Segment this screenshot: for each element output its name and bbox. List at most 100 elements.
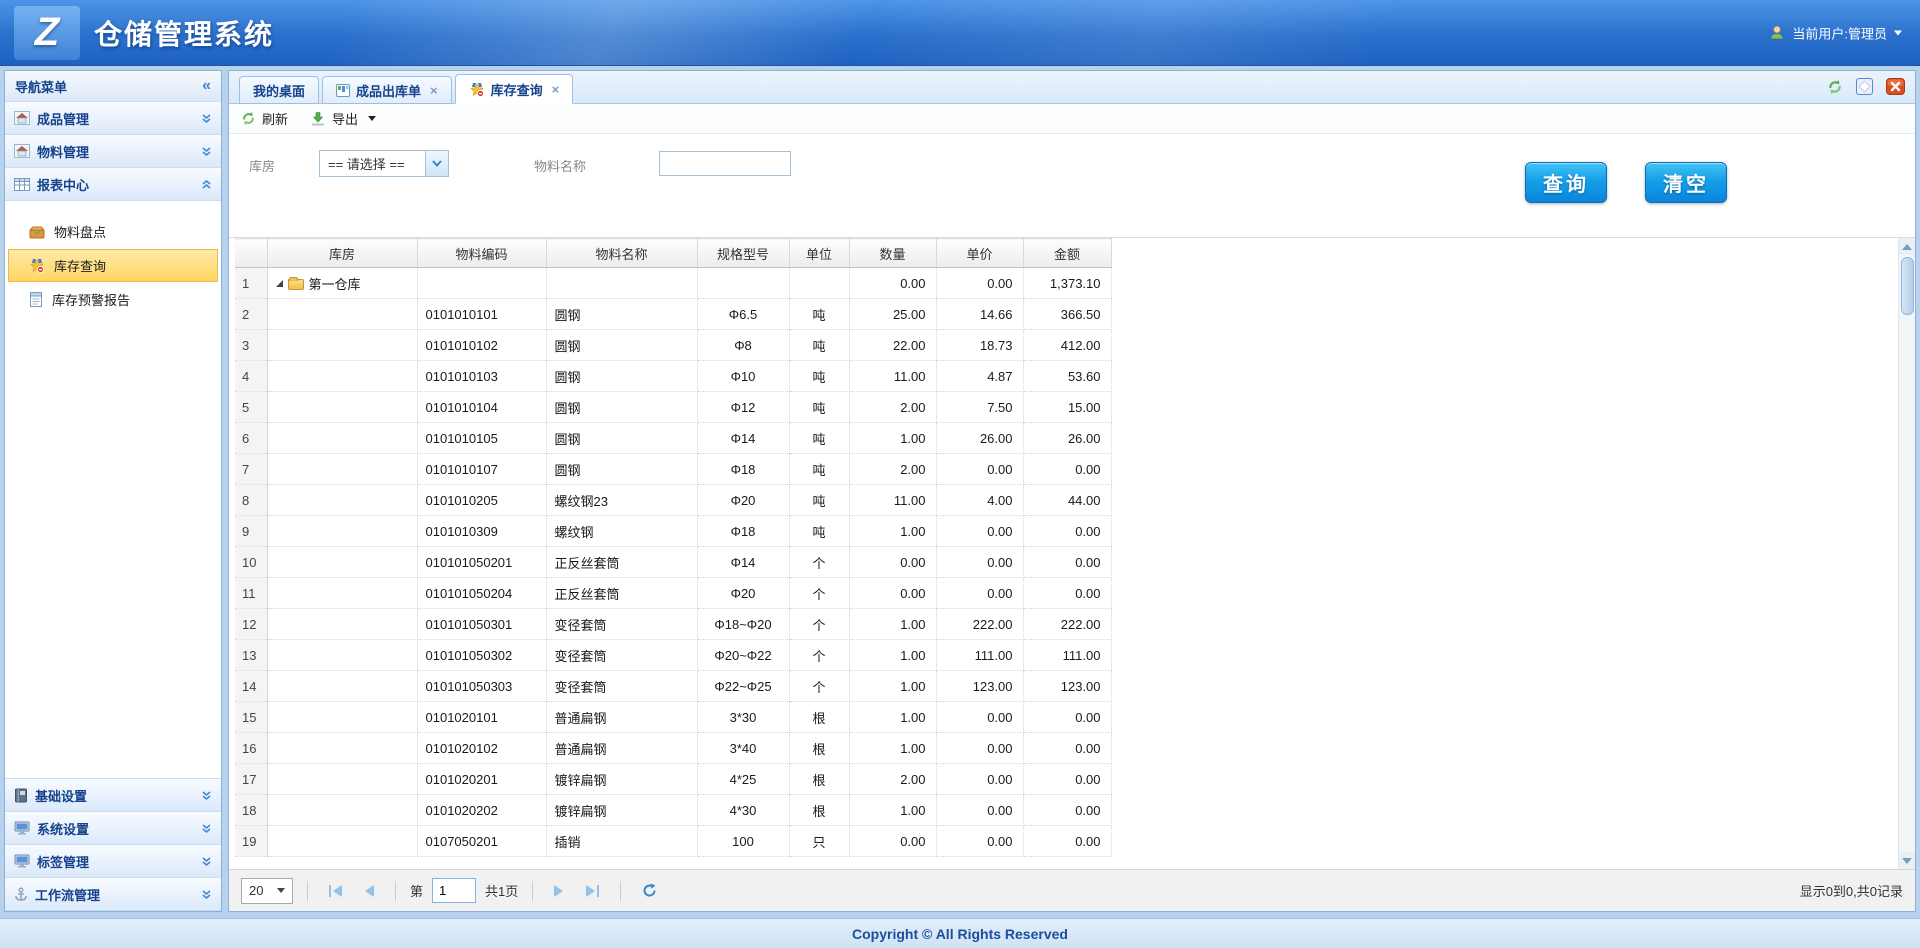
cell-warehouse [267,609,417,640]
sidebar-item-material-count[interactable]: 物料盘点 [8,215,218,248]
table-row[interactable]: 10010101050201正反丝套筒Φ14个0.000.000.00 [235,547,1111,578]
table-row[interactable]: 50101010104圆钢Φ12吨2.007.5015.00 [235,392,1111,423]
sidebar-group-finished-goods[interactable]: 成品管理 [5,102,221,135]
export-button[interactable]: 导出 [310,109,376,128]
cell-name: 变径套筒 [546,640,697,671]
scroll-down-arrow[interactable] [1899,852,1916,869]
cell-price: 123.00 [936,671,1023,702]
table-row[interactable]: 30101010102圆钢Φ8吨22.0018.73412.00 [235,330,1111,361]
table-row[interactable]: 160101020102普通扁钢3*40根1.000.000.00 [235,733,1111,764]
warehouse-select-value: == 请选择 == [320,151,425,176]
row-number: 18 [235,795,267,826]
column-header[interactable]: 规格型号 [697,239,789,268]
table-row[interactable]: 170101020201镀锌扁钢4*25根2.000.000.00 [235,764,1111,795]
cell-spec: 4*25 [697,764,789,795]
tree-expand-icon[interactable] [276,280,283,287]
cell-unit: 吨 [789,454,849,485]
column-header[interactable]: 单价 [936,239,1023,268]
vertical-scrollbar[interactable] [1898,238,1915,869]
maximize-icon[interactable] [1856,78,1873,95]
column-header[interactable]: 库房 [267,239,417,268]
column-header[interactable]: 单位 [789,239,849,268]
table-row[interactable]: 80101010205螺纹钢23Φ20吨11.004.0044.00 [235,485,1111,516]
sidebar-group-report-center[interactable]: 报表中心 [5,168,221,201]
cell-qty: 1.00 [849,423,936,454]
table-row[interactable]: 11010101050204正反丝套筒Φ20个0.000.000.00 [235,578,1111,609]
table-row[interactable]: 60101010105圆钢Φ14吨1.0026.0026.00 [235,423,1111,454]
export-icon [310,111,326,127]
tab-close-icon[interactable]: × [552,82,560,97]
first-page-button[interactable] [322,885,349,897]
reload-icon[interactable] [635,883,664,898]
sidebar-group-basic-settings[interactable]: 基础设置 [5,779,221,812]
row-number: 9 [235,516,267,547]
cell-price: 222.00 [936,609,1023,640]
table-row[interactable]: 40101010103圆钢Φ10吨11.004.8753.60 [235,361,1111,392]
scrollbar-thumb[interactable] [1901,257,1914,315]
clear-button[interactable]: 清空 [1645,162,1727,203]
tab-close-icon[interactable]: × [430,83,438,98]
table-row[interactable]: 1第一仓库0.000.001,373.10 [235,268,1111,299]
divider [395,881,396,901]
cell-code: 010101050302 [417,640,546,671]
column-header[interactable]: 物料名称 [546,239,697,268]
query-button[interactable]: 查询 [1525,162,1607,203]
scroll-up-arrow[interactable] [1899,238,1916,255]
column-header[interactable]: 物料编码 [417,239,546,268]
warehouse-select[interactable]: == 请选择 == [319,150,449,177]
prev-page-button[interactable] [358,885,381,897]
table-row[interactable]: 180101020202镀锌扁钢4*30根1.000.000.00 [235,795,1111,826]
next-page-button[interactable] [547,885,570,897]
material-name-input[interactable] [659,151,791,176]
sidebar-item-inventory-query[interactable]: 库存查询 [8,249,218,282]
cell-amount: 111.00 [1023,640,1111,671]
tab-finished-goods-outbound[interactable]: 成品出库单 × [322,76,452,104]
table-row[interactable]: 70101010107圆钢Φ18吨2.000.000.00 [235,454,1111,485]
table-row[interactable]: 150101020101普通扁钢3*30根1.000.000.00 [235,702,1111,733]
cell-warehouse [267,485,417,516]
cell-warehouse [267,764,417,795]
sidebar-title-bar: 导航菜单 « [5,71,221,102]
tab-label: 成品出库单 [356,81,421,100]
cell-code: 0101010103 [417,361,546,392]
table-row[interactable]: 13010101050302变径套筒Φ20~Φ22个1.00111.00111.… [235,640,1111,671]
page-size-select[interactable]: 20 [241,878,293,904]
cell-code: 0101010107 [417,454,546,485]
cell-price: 0.00 [936,578,1023,609]
last-page-button[interactable] [579,885,606,897]
tab-inventory-query[interactable]: 库存查询 × [455,74,574,104]
app-logo: Z [14,6,80,60]
page-number-input[interactable] [432,878,476,903]
refresh-icon[interactable] [1827,79,1843,95]
sidebar: 导航菜单 « 成品管理 物料管理 报表中心 物料 [4,70,222,912]
user-menu[interactable]: 当前用户:管理员 [1769,23,1902,42]
cell-qty: 0.00 [849,578,936,609]
table-row[interactable]: 90101010309螺纹钢Φ18吨1.000.000.00 [235,516,1111,547]
table-row[interactable]: 20101010101圆钢Φ6.5吨25.0014.66366.50 [235,299,1111,330]
column-header[interactable]: 金额 [1023,239,1111,268]
table-row[interactable]: 12010101050301变径套筒Φ18~Φ20个1.00222.00222.… [235,609,1111,640]
cell-qty: 1.00 [849,640,936,671]
sidebar-item-inventory-warning-report[interactable]: 库存预警报告 [8,283,218,316]
grid-toolbar: 刷新 导出 [229,104,1915,134]
sidebar-group-label: 物料管理 [37,142,89,161]
cell-qty: 25.00 [849,299,936,330]
filter-buttons: 查询 清空 [1525,162,1727,203]
sidebar-group-materials[interactable]: 物料管理 [5,135,221,168]
sidebar-group-system-settings[interactable]: 系统设置 [5,812,221,845]
sidebar-collapse-icon[interactable]: « [202,77,211,95]
tab-my-desktop[interactable]: 我的桌面 [239,76,319,104]
cell-code: 0101010101 [417,299,546,330]
column-header[interactable]: 数量 [849,239,936,268]
sidebar-group-label-management[interactable]: 标签管理 [5,845,221,878]
close-icon[interactable] [1886,78,1905,95]
sidebar-group-workflow-management[interactable]: 工作流管理 [5,878,221,911]
refresh-button[interactable]: 刷新 [241,109,288,128]
table-row[interactable]: 190107050201插销100只0.000.000.00 [235,826,1111,857]
record-count-status: 显示0到0,共0记录 [1800,881,1903,900]
table-row[interactable]: 14010101050303变径套筒Φ22~Φ25个1.00123.00123.… [235,671,1111,702]
cell-price: 0.00 [936,826,1023,857]
cell-name: 螺纹钢23 [546,485,697,516]
cell-spec: 3*40 [697,733,789,764]
cell-amount: 412.00 [1023,330,1111,361]
